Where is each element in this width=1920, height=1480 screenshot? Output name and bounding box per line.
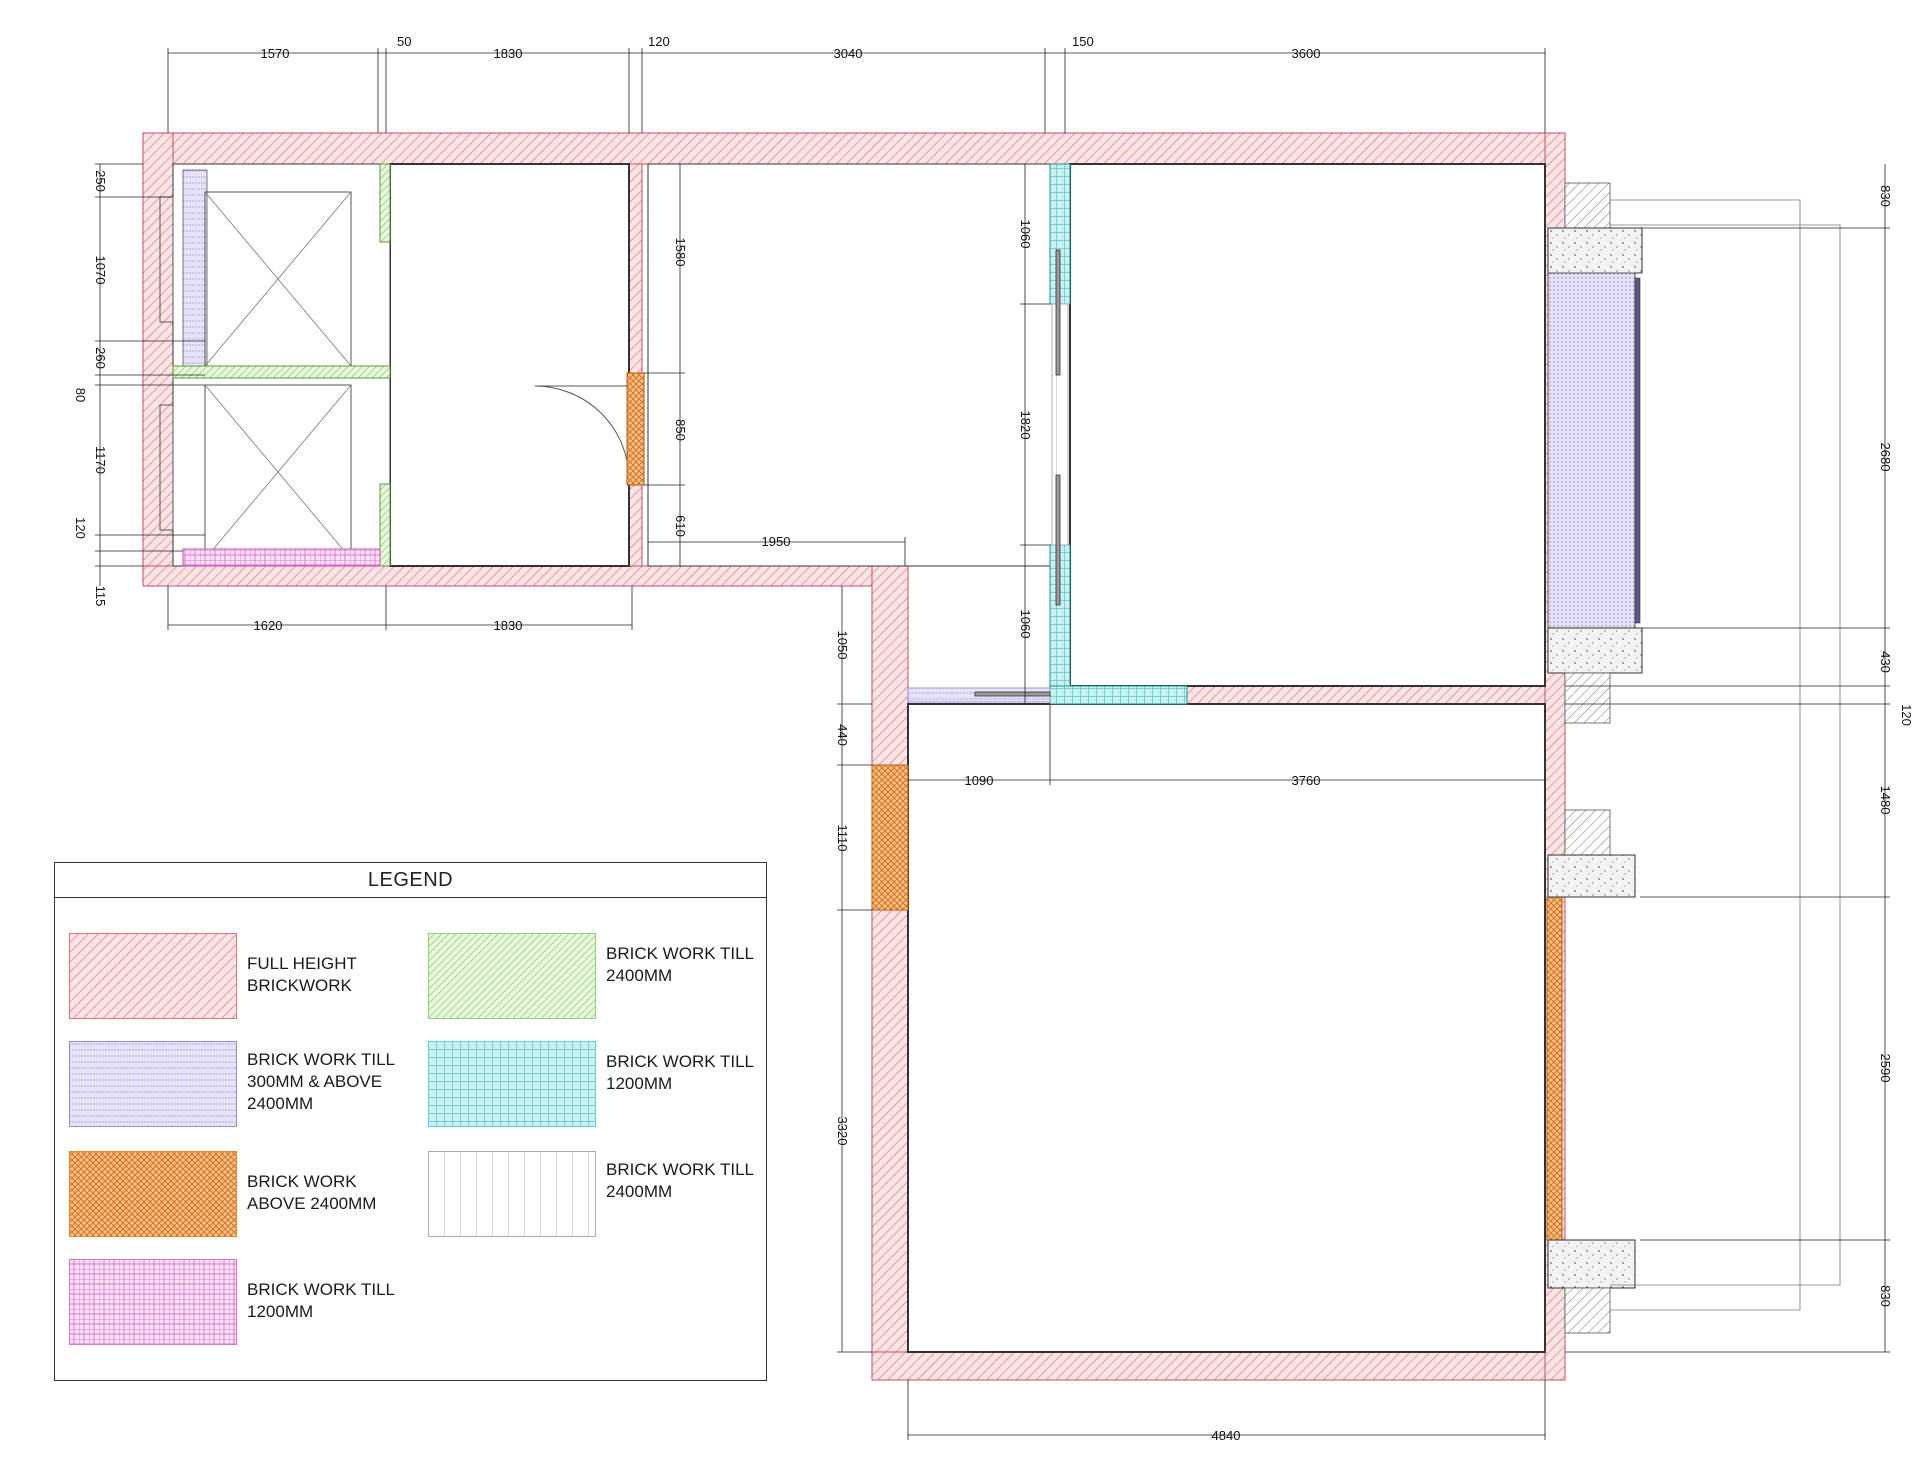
dim-top-4: 120 <box>648 34 670 49</box>
dim-mid-2: 1820 <box>1018 411 1033 440</box>
dim-top-2: 50 <box>397 34 411 49</box>
dim-left-3: 260 <box>93 347 108 369</box>
legend-label: BRICK WORK TILL 1200MM <box>247 1280 395 1321</box>
swatch-purple <box>69 1041 237 1127</box>
cyan-partitions <box>907 163 1188 705</box>
dim-top-1: 1570 <box>261 46 290 61</box>
legend-box: LEGEND FULL HEIGHT BRICKWORK BRICK WORK T… <box>54 862 767 1381</box>
dim-lower-left-1: 1050 <box>835 631 850 660</box>
dim-lower-horiz-2: 3760 <box>1292 773 1321 788</box>
dim-left-1: 250 <box>93 170 108 192</box>
legend-item-full-height: FULL HEIGHT BRICKWORK <box>69 933 417 1019</box>
swatch-grey <box>428 1151 596 1237</box>
legend-item-purple: BRICK WORK TILL 300MM & ABOVE 2400MM <box>69 1041 417 1127</box>
dim-left-4: 80 <box>73 388 88 402</box>
swatch-full-height <box>69 933 237 1019</box>
toilet-blocks <box>159 163 391 567</box>
dim-left-2: 1070 <box>93 256 108 285</box>
legend-label: BRICK WORK TILL 2400MM <box>606 1160 754 1201</box>
dim-lower-left-2: 440 <box>835 724 850 746</box>
dim-bottom-left-2: 1830 <box>494 618 523 633</box>
dim-right-5: 1480 <box>1878 786 1893 815</box>
door-swing <box>534 385 630 481</box>
dim-bottom-left-1: 1620 <box>254 618 283 633</box>
dim-inner-2: 850 <box>673 419 688 441</box>
dim-top-6: 150 <box>1072 34 1094 49</box>
dim-right-1: 830 <box>1878 185 1893 207</box>
dim-inner-3: 610 <box>673 515 688 537</box>
legend-title: LEGEND <box>55 863 766 898</box>
legend-item-green: BRICK WORK TILL 2400MM <box>428 933 776 1019</box>
legend-item-pink: BRICK WORK TILL 1200MM <box>69 1259 417 1345</box>
legend-label: FULL HEIGHT BRICKWORK <box>247 954 357 995</box>
swatch-green <box>428 933 596 1019</box>
dim-lower-left-4: 3320 <box>835 1117 850 1146</box>
dim-inner-1: 1580 <box>673 238 688 267</box>
legend-label: BRICK WORK TILL 1200MM <box>606 1052 754 1093</box>
dim-top-3: 1830 <box>494 46 523 61</box>
dim-mid-1: 1060 <box>1018 220 1033 249</box>
dim-bottom: 4840 <box>1212 1428 1241 1443</box>
legend-item-grey: BRICK WORK TILL 2400MM <box>428 1151 776 1237</box>
swatch-pink <box>69 1259 237 1345</box>
legend-item-orange: BRICK WORK ABOVE 2400MM <box>69 1151 417 1237</box>
right-facade-elements <box>1547 182 1841 1334</box>
dim-lower-left-3: 1110 <box>835 825 850 852</box>
dim-left-6: 120 <box>73 517 88 539</box>
dim-right-6: 2590 <box>1878 1054 1893 1083</box>
swatch-orange <box>69 1151 237 1237</box>
dim-top-5: 3040 <box>834 46 863 61</box>
dim-right-4: 120 <box>1899 704 1914 726</box>
dim-right-7: 830 <box>1878 1285 1893 1307</box>
dim-left-7: 115 <box>93 586 108 607</box>
legend-label: BRICK WORK TILL 300MM & ABOVE 2400MM <box>247 1050 395 1113</box>
dim-mid-3: 1060 <box>1018 610 1033 639</box>
dim-left-5: 1170 <box>93 446 108 474</box>
legend-label: BRICK WORK TILL 2400MM <box>606 944 754 985</box>
swatch-cyan <box>428 1041 596 1127</box>
legend-item-cyan: BRICK WORK TILL 1200MM <box>428 1041 776 1127</box>
dim-right-2: 2680 <box>1878 443 1893 472</box>
dim-top-7: 3600 <box>1292 46 1321 61</box>
legend-label: BRICK WORK ABOVE 2400MM <box>247 1172 377 1213</box>
dim-corridor: 1950 <box>762 534 791 549</box>
dim-right-3: 430 <box>1878 651 1893 673</box>
dim-lower-horiz-1: 1090 <box>965 773 994 788</box>
